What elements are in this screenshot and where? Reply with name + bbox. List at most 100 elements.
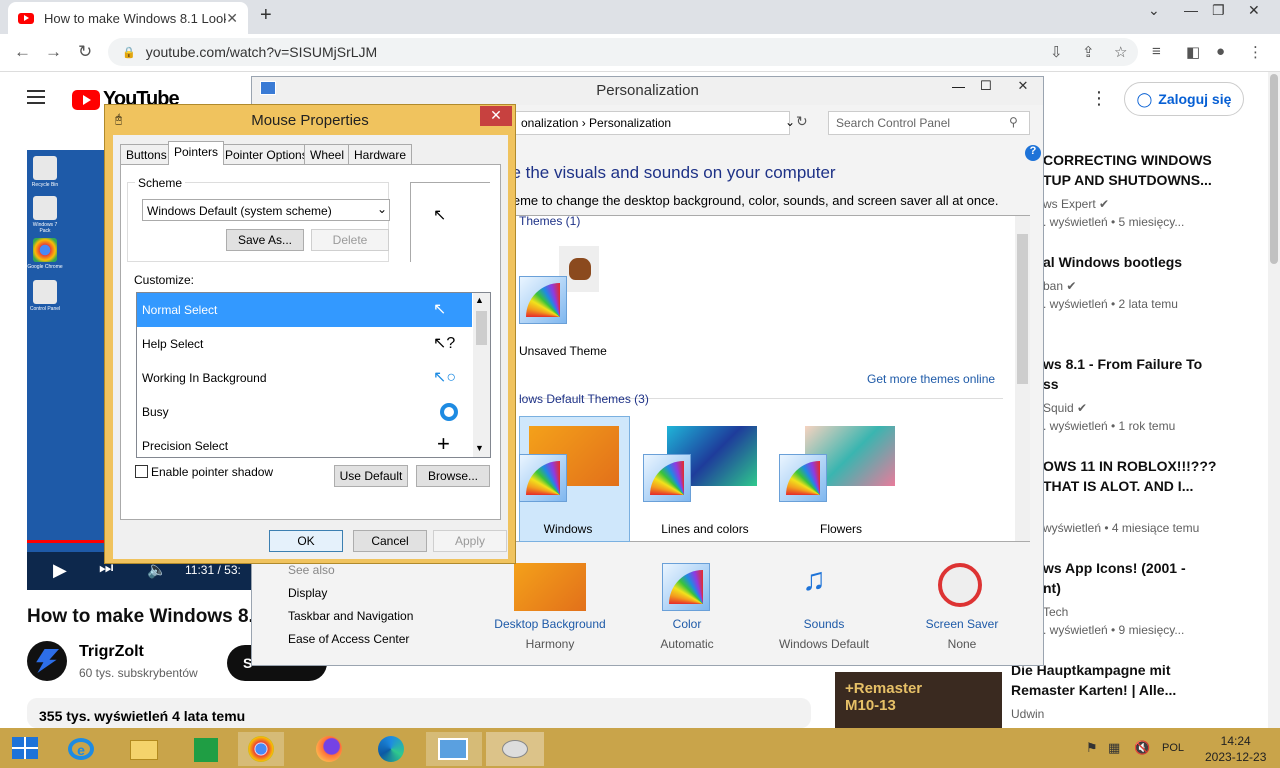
chrome-taskbar-icon[interactable] xyxy=(238,732,284,766)
browser-tab[interactable]: How to make Windows 8.1 Look ✕ xyxy=(8,2,248,34)
list-item[interactable]: Help Select ↖? xyxy=(137,327,472,361)
network-icon[interactable]: ▦ xyxy=(1108,740,1120,756)
desktop-background-icon[interactable] xyxy=(514,563,586,611)
video-description[interactable]: 355 tys. wyświetleń 4 lata temu xyxy=(27,698,811,728)
maximize-icon[interactable]: ☐ xyxy=(980,78,992,94)
store-icon[interactable] xyxy=(182,732,228,766)
tab-buttons[interactable]: Buttons xyxy=(120,144,173,164)
rec-title[interactable]: ws 8.1 - From Failure To ss xyxy=(1043,354,1243,394)
install-icon[interactable]: ⇩ xyxy=(1050,43,1063,61)
clock[interactable]: 14:24 2023-12-23 xyxy=(1205,733,1266,765)
use-default-button[interactable]: Use Default xyxy=(334,465,408,487)
more-options-icon[interactable]: ⋮ xyxy=(1090,88,1108,109)
edge-icon[interactable] xyxy=(368,732,414,766)
rec-meta: . wyświetleń • 9 miesięcy... xyxy=(1043,623,1185,637)
close-icon[interactable]: ✕ xyxy=(480,106,512,126)
close-icon[interactable]: ✕ xyxy=(1004,78,1042,98)
tab-pointer-options[interactable]: Pointer Options xyxy=(219,144,314,164)
unsaved-theme-label[interactable]: Unsaved Theme xyxy=(519,344,607,358)
chevron-down-icon: ⌄ xyxy=(377,202,388,216)
flowers-theme-icon[interactable] xyxy=(779,454,827,502)
ok-button[interactable]: OK xyxy=(269,530,343,552)
minimize-icon[interactable]: — xyxy=(952,79,965,94)
tab-pointers[interactable]: Pointers xyxy=(168,141,225,165)
restore-icon[interactable]: ❐ xyxy=(1212,2,1225,19)
rec-title[interactable]: Die Hauptkampagne mit Remaster Karten! | … xyxy=(1011,660,1211,700)
reload-icon[interactable]: ↻ xyxy=(78,42,92,62)
minimize-icon[interactable]: — xyxy=(1184,2,1198,18)
language-indicator[interactable]: POL xyxy=(1162,742,1184,754)
rec-meta: . wyświetleń • 5 miesięcy... xyxy=(1043,215,1185,229)
list-item[interactable]: Busy xyxy=(137,395,472,429)
play-icon[interactable]: ▶ xyxy=(53,560,67,581)
forward-icon[interactable]: → xyxy=(45,42,62,62)
screen-saver-icon[interactable] xyxy=(938,563,982,607)
side-panel-icon[interactable]: ◧ xyxy=(1186,43,1200,61)
bookmark-star-icon[interactable]: ☆ xyxy=(1114,43,1127,61)
rec-title[interactable]: ws App Icons! (2001 - nt) xyxy=(1043,558,1243,598)
get-more-themes-link[interactable]: Get more themes online xyxy=(867,372,995,386)
unsaved-theme-icon[interactable] xyxy=(519,276,567,324)
scheme-select[interactable]: Windows Default (system scheme) ⌄ xyxy=(142,199,390,221)
page-scrollbar[interactable] xyxy=(1268,72,1280,728)
search-input[interactable]: Search Control Panel ⚲ xyxy=(828,111,1030,135)
themes-scrollbar[interactable] xyxy=(1015,216,1030,541)
desktop-background-link[interactable]: Desktop Background xyxy=(480,617,620,631)
help-icon[interactable]: ? xyxy=(1025,145,1041,161)
channel-name[interactable]: TrigrZolt xyxy=(79,643,144,661)
list-item[interactable]: Working In Background ↖○ xyxy=(137,361,472,395)
refresh-icon[interactable]: ↻ xyxy=(796,113,808,130)
page-heading: ge the visuals and sounds on your comput… xyxy=(502,163,836,182)
list-scrollbar[interactable]: ▲ ▼ xyxy=(473,293,490,457)
color-link[interactable]: Color xyxy=(617,617,757,631)
taskbar-navigation-link[interactable]: Taskbar and Navigation xyxy=(288,609,413,623)
ease-of-access-link[interactable]: Ease of Access Center xyxy=(288,632,409,646)
address-bar[interactable]: 🔒 youtube.com/watch?v=SISUMjSrLJM xyxy=(108,38,1138,66)
share-icon[interactable]: ⇪ xyxy=(1082,43,1095,61)
rec-channel: ban ✔ xyxy=(1043,279,1077,293)
tab-wheel[interactable]: Wheel xyxy=(304,144,351,164)
close-tab-icon[interactable]: ✕ xyxy=(226,10,238,27)
rec-title[interactable]: OWS 11 IN ROBLOX!!!??? THAT IS ALOT. AND… xyxy=(1043,456,1243,496)
shadow-checkbox[interactable] xyxy=(135,465,148,478)
signin-button[interactable]: ◯ Zaloguj się xyxy=(1124,82,1244,116)
rec-title[interactable]: al Windows bootlegs xyxy=(1043,252,1243,272)
mouse-taskbar-icon[interactable] xyxy=(486,732,544,766)
list-item[interactable]: Normal Select ↖ xyxy=(137,293,472,327)
channel-avatar[interactable] xyxy=(27,641,67,681)
list-item[interactable]: Precision Select + xyxy=(137,429,472,457)
reading-list-icon[interactable]: ≡ xyxy=(1152,43,1161,60)
default-themes-label: lows Default Themes (3) xyxy=(519,392,649,406)
control-panel-taskbar-icon[interactable] xyxy=(426,732,482,766)
video-progress[interactable] xyxy=(27,540,107,543)
back-icon[interactable]: ← xyxy=(14,42,31,62)
lines-theme-icon[interactable] xyxy=(643,454,691,502)
color-icon[interactable] xyxy=(662,563,710,611)
browse-button[interactable]: Browse... xyxy=(416,465,490,487)
tab-search-icon[interactable]: ⌄ xyxy=(1148,2,1160,19)
firefox-icon[interactable] xyxy=(306,732,352,766)
theme-label[interactable]: Lines and colors xyxy=(635,522,775,536)
screen-saver-link[interactable]: Screen Saver xyxy=(892,617,1032,631)
display-link[interactable]: Display xyxy=(288,586,327,600)
theme-label[interactable]: Flowers xyxy=(771,522,911,536)
sounds-link[interactable]: Sounds xyxy=(754,617,894,631)
sounds-icon[interactable]: ♫ xyxy=(802,561,826,598)
new-tab-button[interactable]: + xyxy=(260,4,272,27)
rec-title[interactable]: CORRECTING WINDOWS TUP AND SHUTDOWNS... xyxy=(1043,150,1243,190)
cursor-list[interactable]: Normal Select ↖ Help Select ↖? Working In … xyxy=(136,292,491,458)
volume-muted-icon[interactable]: 🔇 xyxy=(1134,740,1150,756)
tab-hardware[interactable]: Hardware xyxy=(348,144,413,164)
file-explorer-icon[interactable] xyxy=(120,732,166,766)
internet-explorer-icon[interactable]: e xyxy=(58,732,104,766)
profile-icon[interactable]: ● xyxy=(1216,43,1225,60)
start-button-icon[interactable] xyxy=(12,737,38,759)
save-as-button[interactable]: Save As... xyxy=(226,229,304,251)
cancel-button[interactable]: Cancel xyxy=(353,530,427,552)
theme-label[interactable]: Windows xyxy=(505,522,631,536)
hamburger-icon[interactable] xyxy=(27,90,45,104)
rec-thumbnail[interactable]: +Remaster M10-13 xyxy=(835,672,1002,730)
flag-icon[interactable]: ⚑ xyxy=(1086,740,1098,756)
menu-icon[interactable]: ⋮ xyxy=(1248,43,1263,61)
close-window-icon[interactable]: ✕ xyxy=(1248,2,1260,19)
